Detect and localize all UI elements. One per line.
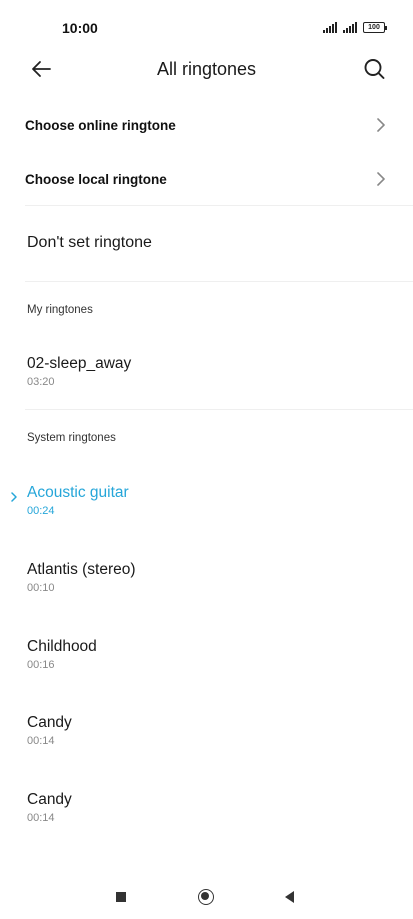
- ringtone-duration: 03:20: [27, 376, 55, 388]
- app-bar: All ringtones: [0, 48, 413, 92]
- status-icons: 100: [323, 22, 387, 33]
- my-ringtones-header: My ringtones: [27, 304, 93, 316]
- search-button[interactable]: [361, 56, 387, 82]
- choose-online-ringtone-row[interactable]: Choose online ringtone: [0, 100, 413, 150]
- search-icon: [364, 59, 385, 79]
- list-item[interactable]: Candy 00:14: [0, 705, 413, 763]
- chevron-right-icon: [377, 118, 385, 132]
- dont-set-ringtone-row[interactable]: Don't set ringtone: [0, 212, 413, 278]
- ringtone-duration: 00:14: [27, 812, 55, 824]
- dont-set-ringtone-label: Don't set ringtone: [27, 234, 152, 251]
- list-item-selected[interactable]: Acoustic guitar 00:24: [0, 475, 413, 533]
- page-title: All ringtones: [156, 59, 257, 79]
- system-ringtones-header: System ringtones: [27, 432, 116, 444]
- status-time: 10:00: [62, 20, 98, 36]
- ringtone-duration: 00:24: [27, 505, 55, 517]
- home-button[interactable]: [198, 889, 214, 905]
- list-item[interactable]: Childhood 00:16: [0, 629, 413, 687]
- choose-local-ringtone-label: Choose local ringtone: [25, 172, 167, 187]
- list-item[interactable]: Candy 00:14: [0, 782, 413, 840]
- ringtone-name: Candy: [27, 791, 72, 808]
- battery-level: 100: [368, 24, 380, 31]
- recents-button[interactable]: [116, 892, 126, 902]
- nav-back-button[interactable]: [285, 891, 294, 903]
- choose-local-ringtone-row[interactable]: Choose local ringtone: [0, 154, 413, 204]
- chevron-right-icon: [377, 172, 385, 186]
- ringtone-duration: 00:16: [27, 659, 55, 671]
- list-item[interactable]: Atlantis (stereo) 00:10: [0, 552, 413, 610]
- ringtone-duration: 00:10: [27, 582, 55, 594]
- ringtone-name: Candy: [27, 714, 72, 731]
- divider: [25, 281, 413, 282]
- signal-icon-2: [343, 22, 357, 33]
- ringtone-name: Atlantis (stereo): [27, 561, 136, 578]
- ringtone-name: 02-sleep_away: [27, 355, 132, 372]
- navigation-bar: [0, 877, 413, 919]
- list-item[interactable]: 02-sleep_away 03:20: [0, 345, 413, 401]
- divider: [25, 205, 413, 206]
- selected-indicator-icon: [11, 492, 17, 502]
- ringtone-duration: 00:14: [27, 735, 55, 747]
- ringtone-name: Acoustic guitar: [27, 484, 129, 501]
- signal-icon: [323, 22, 337, 33]
- divider: [25, 409, 413, 410]
- ringtone-name: Childhood: [27, 638, 97, 655]
- choose-online-ringtone-label: Choose online ringtone: [25, 118, 176, 133]
- battery-icon: 100: [363, 22, 387, 33]
